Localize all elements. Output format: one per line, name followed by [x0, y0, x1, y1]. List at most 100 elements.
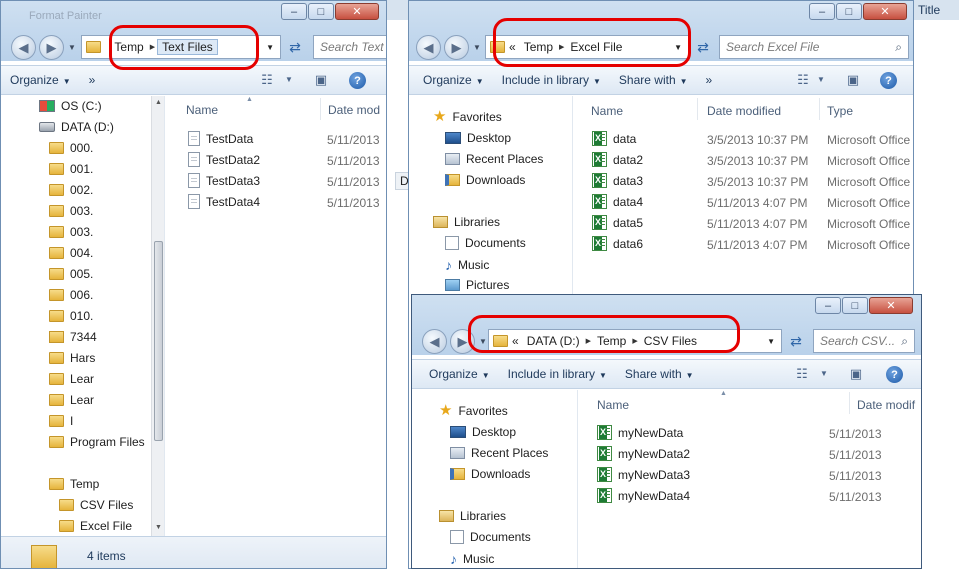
forward-button[interactable]: ▶: [39, 35, 64, 60]
nav-music[interactable]: ♪ Music: [450, 551, 494, 567]
tree-item-folder[interactable]: 004.: [49, 246, 93, 260]
tree-item-folder[interactable]: I: [49, 414, 73, 428]
column-header-type[interactable]: Type: [827, 104, 853, 118]
back-button[interactable]: ◀: [422, 329, 447, 354]
views-icon[interactable]: ☷: [795, 73, 811, 87]
refresh-button[interactable]: ⇄: [691, 35, 715, 59]
close-button[interactable]: ✕: [863, 3, 907, 20]
nav-libraries[interactable]: Libraries: [433, 215, 500, 229]
include-in-library-menu[interactable]: Include in library ▼: [493, 73, 610, 87]
help-icon[interactable]: ?: [349, 72, 366, 89]
more-commands-button[interactable]: »: [697, 73, 722, 87]
address-dropdown-icon[interactable]: ▼: [767, 337, 775, 346]
file-row[interactable]: myNewData2: [597, 446, 690, 461]
file-row[interactable]: myNewData3: [597, 467, 690, 482]
refresh-button[interactable]: ⇄: [784, 329, 808, 353]
nav-desktop[interactable]: Desktop: [450, 425, 516, 439]
tree-item-folder[interactable]: 000.: [49, 141, 93, 155]
preview-pane-icon[interactable]: ▣: [313, 73, 329, 87]
file-row[interactable]: data2: [592, 152, 643, 167]
nav-libraries[interactable]: Libraries: [439, 509, 506, 523]
search-input[interactable]: Search Text: [313, 35, 386, 59]
maximize-button[interactable]: □: [842, 297, 868, 314]
file-row[interactable]: data3: [592, 173, 643, 188]
tree-item-folder[interactable]: 006.: [49, 288, 93, 302]
organize-menu[interactable]: Organize ▼: [1, 73, 80, 87]
nav-downloads[interactable]: Downloads: [450, 467, 530, 481]
forward-button[interactable]: ▶: [444, 35, 469, 60]
views-dropdown-icon[interactable]: ▼: [813, 73, 829, 87]
file-row[interactable]: TestData4: [188, 194, 260, 209]
tree-item-folder[interactable]: Hars: [49, 351, 95, 365]
preview-pane-icon[interactable]: ▣: [848, 367, 864, 381]
search-icon[interactable]: ⌕: [901, 334, 908, 349]
file-row[interactable]: data: [592, 131, 636, 146]
nav-documents[interactable]: Documents: [450, 530, 531, 544]
back-button[interactable]: ◀: [11, 35, 36, 60]
share-with-menu[interactable]: Share with ▼: [616, 367, 703, 381]
search-input[interactable]: Search Excel File ⌕: [719, 35, 909, 59]
include-in-library-menu[interactable]: Include in library ▼: [499, 367, 616, 381]
tree-item-folder[interactable]: Lear: [49, 393, 94, 407]
file-row[interactable]: data6: [592, 236, 643, 251]
column-header-name[interactable]: Name: [597, 398, 629, 412]
organize-menu[interactable]: Organize ▼: [412, 367, 499, 381]
views-icon[interactable]: ☷: [794, 367, 810, 381]
nav-music[interactable]: ♪ Music: [445, 257, 489, 273]
recent-pages-dropdown[interactable]: ▼: [473, 43, 481, 52]
tree-item-os-c[interactable]: OS (C:): [39, 99, 102, 113]
tree-item-folder[interactable]: 003.: [49, 225, 93, 239]
file-row[interactable]: TestData: [188, 131, 253, 146]
scroll-up-icon[interactable]: ▲: [152, 99, 164, 106]
file-row[interactable]: TestData3: [188, 173, 260, 188]
recent-pages-dropdown[interactable]: ▼: [68, 43, 76, 52]
file-row[interactable]: data4: [592, 194, 643, 209]
views-dropdown-icon[interactable]: ▼: [281, 73, 297, 87]
tree-item-folder[interactable]: 001.: [49, 162, 93, 176]
preview-pane-icon[interactable]: ▣: [845, 73, 861, 87]
file-row[interactable]: myNewData: [597, 425, 683, 440]
column-header-date[interactable]: Date mod: [328, 103, 380, 117]
address-dropdown-icon[interactable]: ▼: [266, 43, 274, 52]
file-row[interactable]: TestData2: [188, 152, 260, 167]
search-input[interactable]: Search CSV... ⌕: [813, 329, 915, 353]
minimize-button[interactable]: –: [809, 3, 835, 20]
tree-item-excel-file[interactable]: Excel File: [59, 519, 132, 533]
minimize-button[interactable]: –: [815, 297, 841, 314]
tree-item-data-d[interactable]: DATA (D:): [39, 120, 114, 134]
close-button[interactable]: ✕: [869, 297, 913, 314]
scroll-down-icon[interactable]: ▼: [152, 524, 164, 531]
column-header-date-modified[interactable]: Date modif: [857, 398, 915, 412]
nav-favorites[interactable]: ★ Favorites: [433, 109, 502, 124]
tree-item-folder[interactable]: 002.: [49, 183, 93, 197]
minimize-button[interactable]: –: [281, 3, 307, 20]
nav-recent-places[interactable]: Recent Places: [445, 152, 543, 166]
scrollbar-thumb[interactable]: [154, 241, 163, 441]
tree-item-folder[interactable]: 010.: [49, 309, 93, 323]
column-header-name[interactable]: Name: [591, 104, 623, 118]
tree-item-csv-files[interactable]: CSV Files: [59, 498, 133, 512]
nav-favorites[interactable]: ★ Favorites: [439, 403, 508, 418]
share-with-menu[interactable]: Share with ▼: [610, 73, 697, 87]
column-header-name[interactable]: Name: [186, 103, 218, 117]
more-commands-button[interactable]: »: [80, 73, 105, 87]
tree-item-folder[interactable]: 003.: [49, 204, 93, 218]
nav-desktop[interactable]: Desktop: [445, 131, 511, 145]
nav-recent-places[interactable]: Recent Places: [450, 446, 548, 460]
organize-menu[interactable]: Organize ▼: [409, 73, 493, 87]
views-icon[interactable]: ☷: [259, 73, 275, 87]
nav-downloads[interactable]: Downloads: [445, 173, 525, 187]
tree-item-temp[interactable]: Temp: [49, 477, 99, 491]
search-icon[interactable]: ⌕: [895, 40, 902, 55]
nav-documents[interactable]: Documents: [445, 236, 526, 250]
file-row[interactable]: myNewData4: [597, 488, 690, 503]
help-icon[interactable]: ?: [886, 366, 903, 383]
tree-item-folder[interactable]: 005.: [49, 267, 93, 281]
maximize-button[interactable]: □: [308, 3, 334, 20]
nav-scrollbar[interactable]: ▲ ▼: [151, 96, 164, 536]
tree-item-program-files[interactable]: Program Files: [49, 435, 145, 449]
back-button[interactable]: ◀: [416, 35, 441, 60]
close-button[interactable]: ✕: [335, 3, 379, 20]
tree-item-folder[interactable]: Lear: [49, 372, 94, 386]
file-row[interactable]: data5: [592, 215, 643, 230]
